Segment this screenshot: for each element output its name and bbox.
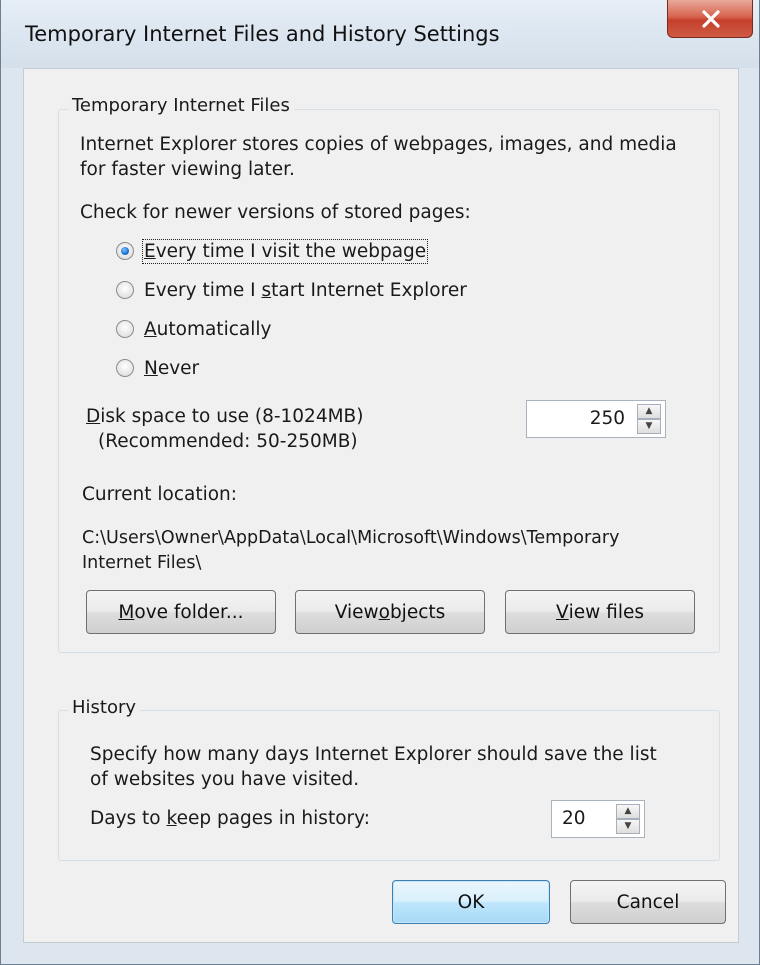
radio-every-visit[interactable]: Every time I visit the webpage: [116, 237, 429, 265]
close-icon: [702, 10, 720, 28]
settings-dialog: Temporary Internet Files and History Set…: [0, 0, 760, 965]
window-title: Temporary Internet Files and History Set…: [25, 22, 500, 46]
history-days-label: Days to keep pages in history:: [90, 808, 370, 829]
radio-button[interactable]: [116, 242, 134, 260]
radio-every-start[interactable]: Every time I start Internet Explorer: [116, 276, 467, 304]
dialog-client-area: Temporary Internet Files Internet Explor…: [23, 68, 739, 943]
radio-label: Automatically: [144, 318, 272, 340]
spin-down-icon[interactable]: ▼: [616, 819, 640, 834]
radio-label: Never: [144, 357, 200, 379]
radio-label: Every time I start Internet Explorer: [144, 279, 467, 301]
radio-label: Every time I visit the webpage: [141, 238, 429, 264]
history-days-value: 20: [562, 808, 586, 829]
temp-files-description-line2: for faster viewing later.: [80, 159, 295, 180]
temporary-files-legend: Temporary Internet Files: [68, 95, 294, 116]
history-legend: History: [68, 697, 141, 718]
current-location-path-line2: Internet Files\: [82, 553, 202, 573]
check-versions-label: Check for newer versions of stored pages…: [80, 202, 471, 223]
title-bar[interactable]: Temporary Internet Files and History Set…: [1, 0, 759, 68]
spin-down-icon[interactable]: ▼: [637, 419, 661, 434]
spin-up-icon[interactable]: ▲: [637, 404, 661, 419]
spin-up-icon[interactable]: ▲: [616, 804, 640, 819]
history-description-line1: Specify how many days Internet Explorer …: [90, 744, 657, 765]
view-files-button[interactable]: View files: [505, 590, 695, 634]
disk-space-value: 250: [589, 408, 625, 429]
temp-files-description-line1: Internet Explorer stores copies of webpa…: [80, 134, 677, 155]
close-button[interactable]: [667, 0, 753, 38]
radio-never[interactable]: Never: [116, 354, 199, 382]
move-folder-button[interactable]: Move folder...: [86, 590, 276, 634]
radio-button[interactable]: [116, 281, 134, 299]
disk-space-recommended: (Recommended: 50-250MB): [98, 431, 358, 452]
disk-space-label: Disk space to use (8-1024MB): [86, 406, 364, 427]
history-description-line2: of websites you have visited.: [90, 769, 360, 790]
disk-space-spin-buttons: ▲ ▼: [637, 404, 661, 434]
current-location-path-line1: C:\Users\Owner\AppData\Local\Microsoft\W…: [82, 528, 620, 548]
history-days-stepper[interactable]: 20 ▲ ▼: [551, 800, 645, 838]
current-location-label: Current location:: [82, 484, 238, 505]
disk-space-stepper[interactable]: 250 ▲ ▼: [526, 400, 666, 438]
radio-button[interactable]: [116, 359, 134, 377]
history-days-spin-buttons: ▲ ▼: [616, 804, 640, 834]
cancel-button[interactable]: Cancel: [570, 880, 726, 924]
view-objects-button[interactable]: View o bjects: [295, 590, 485, 634]
radio-automatically[interactable]: Automatically: [116, 315, 271, 343]
radio-button[interactable]: [116, 320, 134, 338]
ok-button[interactable]: OK: [392, 880, 550, 924]
